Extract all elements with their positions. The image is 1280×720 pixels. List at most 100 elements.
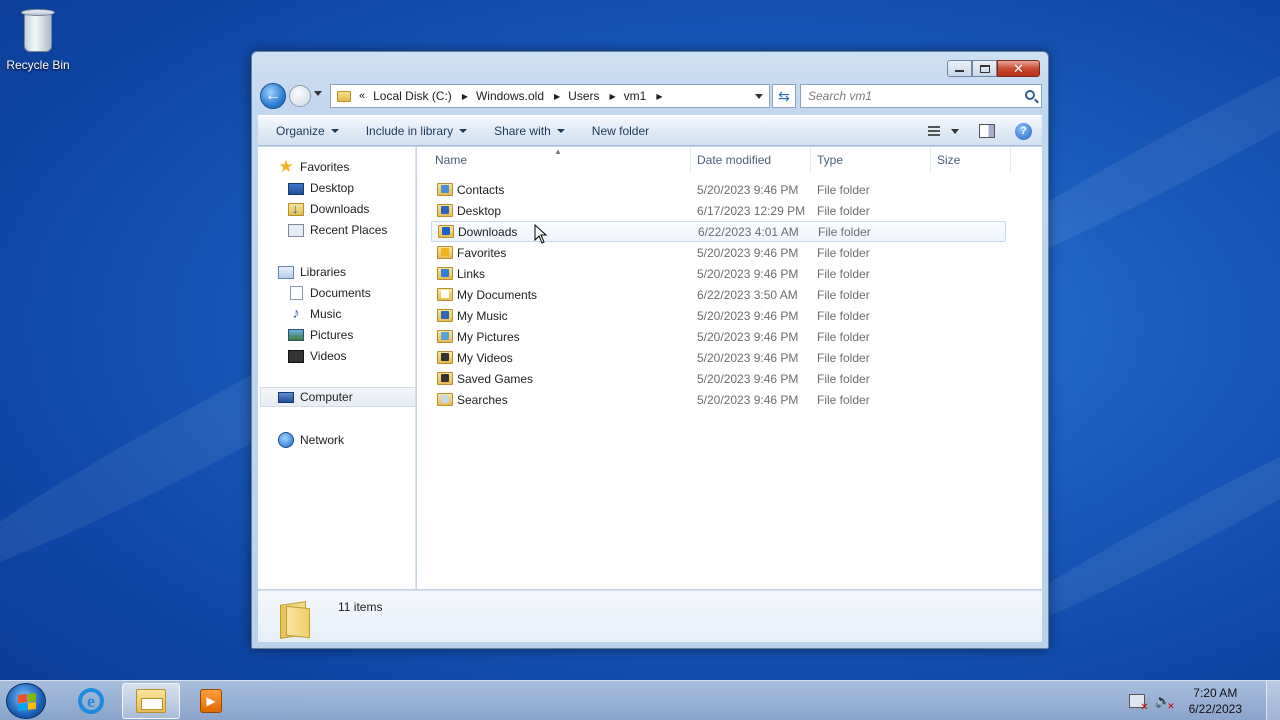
- table-row[interactable]: My Music 5/20/2023 9:46 PM File folder: [431, 305, 1006, 326]
- column-date-modified[interactable]: Date modified: [691, 147, 811, 173]
- show-desktop-button[interactable]: [1266, 681, 1280, 720]
- nav-videos[interactable]: Videos: [288, 346, 346, 366]
- network-icon: [278, 432, 294, 448]
- nav-documents[interactable]: Documents: [288, 283, 371, 303]
- folder-icon: [437, 351, 453, 364]
- nav-label: Videos: [310, 349, 347, 363]
- views-dropdown-icon[interactable]: [951, 128, 959, 134]
- column-size[interactable]: Size: [931, 147, 1011, 173]
- table-row[interactable]: Saved Games 5/20/2023 9:46 PM File folder: [431, 368, 1006, 389]
- breadcrumb-vm1[interactable]: vm1: [624, 89, 647, 103]
- network-status-icon[interactable]: [1128, 694, 1149, 713]
- nav-pictures[interactable]: Pictures: [288, 325, 353, 345]
- address-bar[interactable]: « Local Disk (C:) ▶ Windows.old ▶ Users …: [330, 84, 770, 108]
- refresh-icon: ⇆: [778, 87, 790, 104]
- taskbar-internet-explorer[interactable]: e: [62, 683, 120, 719]
- minimize-button[interactable]: [947, 60, 972, 77]
- close-button[interactable]: ✕: [997, 60, 1040, 77]
- nav-desktop[interactable]: Desktop: [288, 178, 354, 198]
- breadcrumb-users[interactable]: Users: [568, 89, 599, 103]
- taskbar-windows-explorer[interactable]: [122, 683, 180, 719]
- column-size-label: Size: [937, 153, 961, 167]
- nav-label: Music: [310, 307, 342, 321]
- address-dropdown-icon[interactable]: [755, 94, 763, 99]
- nav-label: Network: [300, 433, 345, 447]
- nav-music[interactable]: ♪ Music: [288, 304, 341, 324]
- date-modified-cell: 5/20/2023 9:46 PM: [697, 266, 799, 281]
- maximize-button[interactable]: [972, 60, 997, 77]
- volume-muted-icon[interactable]: 🔈: [1155, 694, 1175, 714]
- table-row[interactable]: Links 5/20/2023 9:46 PM File folder: [431, 263, 1006, 284]
- back-button[interactable]: ←: [260, 83, 286, 109]
- clock-date: 6/22/2023: [1188, 702, 1242, 716]
- media-player-icon: ▶: [200, 689, 222, 713]
- command-bar: Organize Include in library Share with N…: [258, 115, 1042, 146]
- breadcrumb-arrow-icon[interactable]: ▶: [554, 92, 560, 101]
- table-row[interactable]: My Documents 6/22/2023 3:50 AM File folder: [431, 284, 1006, 305]
- search-input[interactable]: [808, 89, 1008, 103]
- file-name: My Pictures: [457, 329, 520, 344]
- type-cell: File folder: [817, 392, 870, 407]
- windows-logo-icon: [18, 693, 36, 711]
- file-name: Favorites: [457, 245, 507, 260]
- search-box[interactable]: [800, 84, 1042, 108]
- nav-label: Documents: [310, 286, 371, 300]
- forward-button[interactable]: [289, 85, 311, 107]
- table-row[interactable]: Desktop 6/17/2023 12:29 PM File folder: [431, 200, 1006, 221]
- file-name: My Documents: [457, 287, 538, 302]
- recent-places-icon: [288, 223, 304, 237]
- breadcrumb-arrow-icon[interactable]: ▶: [656, 92, 662, 101]
- computer-icon: [278, 392, 294, 403]
- breadcrumb-arrow-icon[interactable]: ▶: [462, 92, 468, 101]
- nav-computer[interactable]: Computer: [260, 387, 416, 407]
- table-row[interactable]: Downloads 6/22/2023 4:01 AM File folder: [431, 221, 1006, 242]
- recycle-bin-desktop-icon[interactable]: Recycle Bin: [6, 6, 70, 72]
- include-in-library-menu[interactable]: Include in library: [357, 119, 476, 143]
- column-date-label: Date modified: [697, 153, 772, 167]
- column-type[interactable]: Type: [811, 147, 931, 173]
- windows-explorer-icon: [136, 689, 166, 713]
- nav-libraries[interactable]: Libraries: [278, 262, 346, 282]
- folder-icon: [437, 288, 453, 301]
- folder-icon: [438, 225, 454, 238]
- preview-pane-icon[interactable]: [979, 124, 995, 138]
- file-name-cell: My Documents: [437, 288, 537, 302]
- folder-icon: [437, 246, 453, 259]
- nav-favorites[interactable]: ★ Favorites: [278, 157, 349, 177]
- refresh-button[interactable]: ⇆: [772, 84, 796, 108]
- new-folder-button[interactable]: New folder: [583, 119, 658, 143]
- taskbar-media-player[interactable]: ▶: [182, 683, 240, 719]
- downloads-icon: [288, 201, 304, 216]
- caption-buttons: ✕: [947, 60, 1040, 77]
- breadcrumb-windows-old[interactable]: Windows.old: [476, 89, 544, 103]
- file-name-cell: Contacts: [437, 183, 504, 197]
- table-row[interactable]: Searches 5/20/2023 9:46 PM File folder: [431, 389, 1006, 410]
- start-button[interactable]: [6, 683, 46, 719]
- change-view-icon[interactable]: [925, 120, 947, 142]
- organize-menu[interactable]: Organize: [267, 119, 348, 143]
- file-list: Name ▲ Date modified Type Size Contacts 5…: [417, 147, 1042, 589]
- videos-icon: [288, 349, 304, 363]
- table-row[interactable]: My Videos 5/20/2023 9:46 PM File folder: [431, 347, 1006, 368]
- recent-pages-dropdown[interactable]: [314, 91, 322, 96]
- command-bar-right: ?: [925, 120, 1032, 142]
- clock[interactable]: 7:20 AM 6/22/2023: [1189, 685, 1242, 717]
- nav-network[interactable]: Network: [278, 430, 344, 450]
- table-row[interactable]: Favorites 5/20/2023 9:46 PM File folder: [431, 242, 1006, 263]
- type-cell: File folder: [817, 245, 870, 260]
- nav-downloads[interactable]: Downloads: [288, 199, 369, 219]
- help-icon[interactable]: ?: [1015, 122, 1032, 140]
- nav-label: Favorites: [300, 160, 350, 174]
- file-name-cell: My Music: [437, 309, 508, 323]
- breadcrumb-arrow-icon[interactable]: ▶: [610, 92, 616, 101]
- folder-icon: [337, 90, 351, 102]
- folder-icon: [437, 267, 453, 280]
- table-row[interactable]: Contacts 5/20/2023 9:46 PM File folder: [431, 179, 1006, 200]
- table-row[interactable]: My Pictures 5/20/2023 9:46 PM File folder: [431, 326, 1006, 347]
- search-icon[interactable]: [1025, 90, 1035, 100]
- breadcrumb-local-disk[interactable]: Local Disk (C:): [373, 89, 452, 103]
- nav-recent-places[interactable]: Recent Places: [288, 220, 387, 240]
- breadcrumb-overflow-icon[interactable]: «: [359, 90, 365, 102]
- share-with-menu[interactable]: Share with: [485, 119, 574, 143]
- recycle-bin-label: Recycle Bin: [6, 58, 70, 72]
